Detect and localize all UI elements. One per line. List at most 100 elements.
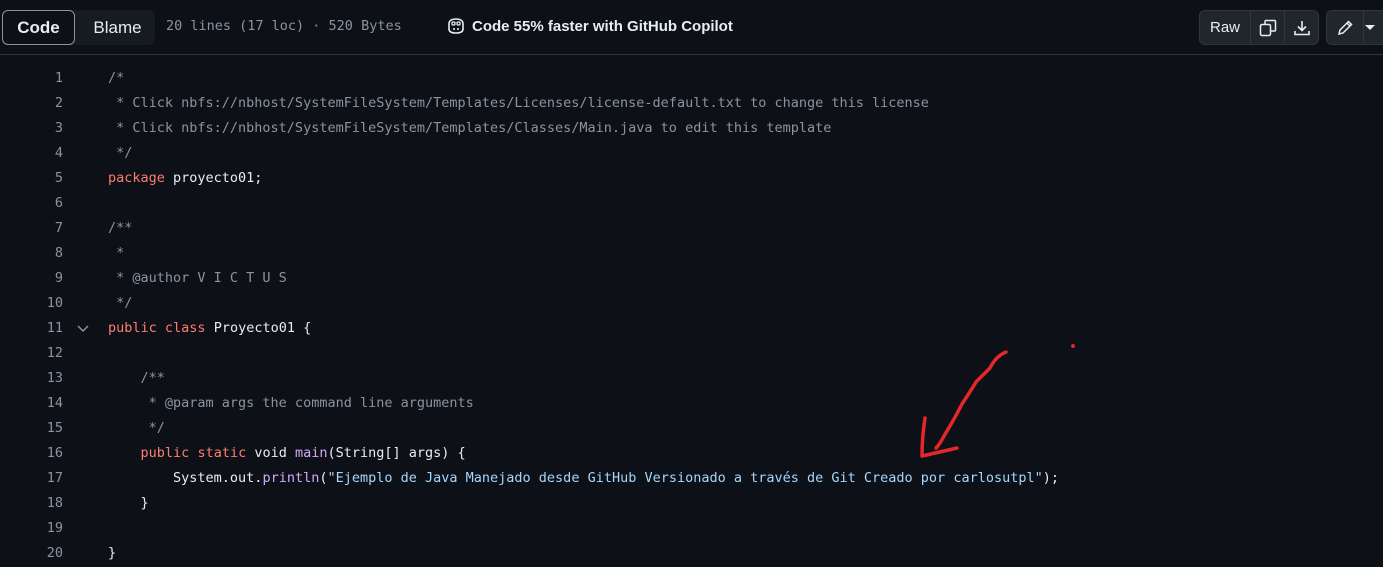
code-token: * (108, 245, 125, 261)
code-line: 17 System.out.println("Ejemplo de Java M… (0, 467, 1383, 492)
line-number[interactable]: 2 (0, 95, 63, 111)
code-token: * @param args the command line arguments (108, 395, 474, 411)
code-token: (String[] args) { (327, 445, 466, 461)
copy-icon (1259, 19, 1276, 36)
file-actions: Raw (1199, 10, 1319, 45)
line-number[interactable]: 7 (0, 220, 63, 236)
code-text: * @author V I C T U S (108, 270, 287, 286)
code-line: 14 * @param args the command line argume… (0, 392, 1383, 417)
code-text: */ (108, 145, 132, 161)
code-text: package proyecto01; (108, 170, 262, 186)
code-line: 15 */ (0, 417, 1383, 442)
download-button[interactable] (1285, 11, 1318, 44)
code-token: public (140, 445, 190, 461)
line-number[interactable]: 1 (0, 70, 63, 86)
raw-button[interactable]: Raw (1200, 11, 1251, 44)
code-line: 9 * @author V I C T U S (0, 267, 1383, 292)
code-text: } (108, 495, 149, 511)
line-number[interactable]: 20 (0, 545, 63, 561)
code-view: 1 /* 2 * Click nbfs://nbhost/SystemFileSys… (0, 67, 1383, 567)
code-token: public (108, 320, 157, 336)
code-line: 7 /** (0, 217, 1383, 242)
code-token: /* (108, 70, 125, 86)
code-token: "Ejemplo de Java Manejado desde GitHub V… (327, 470, 1043, 486)
line-number[interactable]: 4 (0, 145, 63, 161)
code-line: 13 /** (0, 367, 1383, 392)
code-token: class (164, 320, 206, 336)
line-number[interactable]: 9 (0, 270, 63, 286)
code-line: 5 package proyecto01; (0, 167, 1383, 192)
code-text: * Click nbfs://nbhost/SystemFileSystem/T… (108, 95, 929, 111)
code-token: * @author V I C T U S (108, 270, 287, 286)
code-token: } (108, 545, 117, 561)
copilot-text: Code 55% faster with GitHub Copilot (472, 17, 733, 35)
code-text: /* (108, 70, 124, 86)
line-number[interactable]: 13 (0, 370, 63, 386)
line-number[interactable]: 19 (0, 520, 63, 536)
code-token: println (262, 470, 320, 486)
edit-button[interactable] (1327, 11, 1364, 44)
copy-button[interactable] (1251, 11, 1285, 44)
code-token: * Click nbfs://nbhost/SystemFileSystem/T… (108, 95, 929, 111)
file-toolbar: Code Blame 20 lines (17 loc) · 520 Bytes… (0, 0, 1383, 55)
code-line: 4 */ (0, 142, 1383, 167)
code-text: * (108, 245, 124, 261)
pencil-icon (1337, 19, 1353, 35)
code-line: 18 } (0, 492, 1383, 517)
code-line: 6 (0, 192, 1383, 217)
code-line: 1 /* (0, 67, 1383, 92)
line-number[interactable]: 6 (0, 195, 63, 211)
code-text: */ (108, 420, 165, 436)
code-text: } (108, 545, 116, 561)
code-text: * @param args the command line arguments (108, 395, 474, 411)
code-line: 19 (0, 517, 1383, 542)
code-token: package (108, 170, 165, 186)
triangle-down-icon (1365, 24, 1375, 30)
line-number[interactable]: 8 (0, 245, 63, 261)
line-number[interactable]: 10 (0, 295, 63, 311)
download-icon (1293, 20, 1310, 35)
code-text: System.out.println("Ejemplo de Java Mane… (108, 470, 1059, 486)
copilot-icon (448, 18, 464, 34)
file-info: 20 lines (17 loc) · 520 Bytes (166, 18, 402, 34)
code-token: static (197, 445, 247, 461)
code-line: 2 * Click nbfs://nbhost/SystemFileSystem… (0, 92, 1383, 117)
code-line: 20} (0, 542, 1383, 567)
chevron-down-icon[interactable] (76, 322, 90, 336)
code-token: */ (108, 295, 133, 311)
code-line: 10 */ (0, 292, 1383, 317)
code-token: System.out. (108, 470, 263, 486)
code-text: /** (108, 370, 165, 386)
code-text: public class Proyecto01 { (108, 320, 311, 336)
code-token: * Click nbfs://nbhost/SystemFileSystem/T… (108, 120, 832, 136)
code-text: public static void main(String[] args) { (108, 445, 466, 461)
view-switcher: Code Blame (2, 10, 155, 45)
code-line: 11 public class Proyecto01 { (0, 317, 1383, 342)
line-number[interactable]: 12 (0, 345, 63, 361)
line-number[interactable]: 3 (0, 120, 63, 136)
line-number[interactable]: 15 (0, 420, 63, 436)
line-number[interactable]: 18 (0, 495, 63, 511)
code-token: proyecto01; (164, 170, 263, 186)
code-token: */ (108, 145, 133, 161)
edit-actions (1326, 10, 1383, 45)
copilot-promo-link[interactable]: Code 55% faster with GitHub Copilot (446, 17, 733, 35)
edit-options-button[interactable] (1364, 11, 1383, 44)
blame-tab[interactable]: Blame (80, 10, 155, 45)
code-line: 16 public static void main(String[] args… (0, 442, 1383, 467)
line-number[interactable]: 11 (0, 320, 63, 336)
code-token: } (108, 495, 149, 511)
code-token: /** (108, 370, 165, 386)
line-number[interactable]: 16 (0, 445, 63, 461)
code-token: Proyecto01 { (205, 320, 312, 336)
code-token: */ (108, 420, 165, 436)
code-token: main (295, 445, 328, 461)
code-line: 3 * Click nbfs://nbhost/SystemFileSystem… (0, 117, 1383, 142)
code-line: 8 * (0, 242, 1383, 267)
code-token: void (246, 445, 295, 461)
line-number[interactable]: 5 (0, 170, 63, 186)
line-number[interactable]: 17 (0, 470, 63, 486)
line-number[interactable]: 14 (0, 395, 63, 411)
code-tab[interactable]: Code (2, 10, 75, 45)
